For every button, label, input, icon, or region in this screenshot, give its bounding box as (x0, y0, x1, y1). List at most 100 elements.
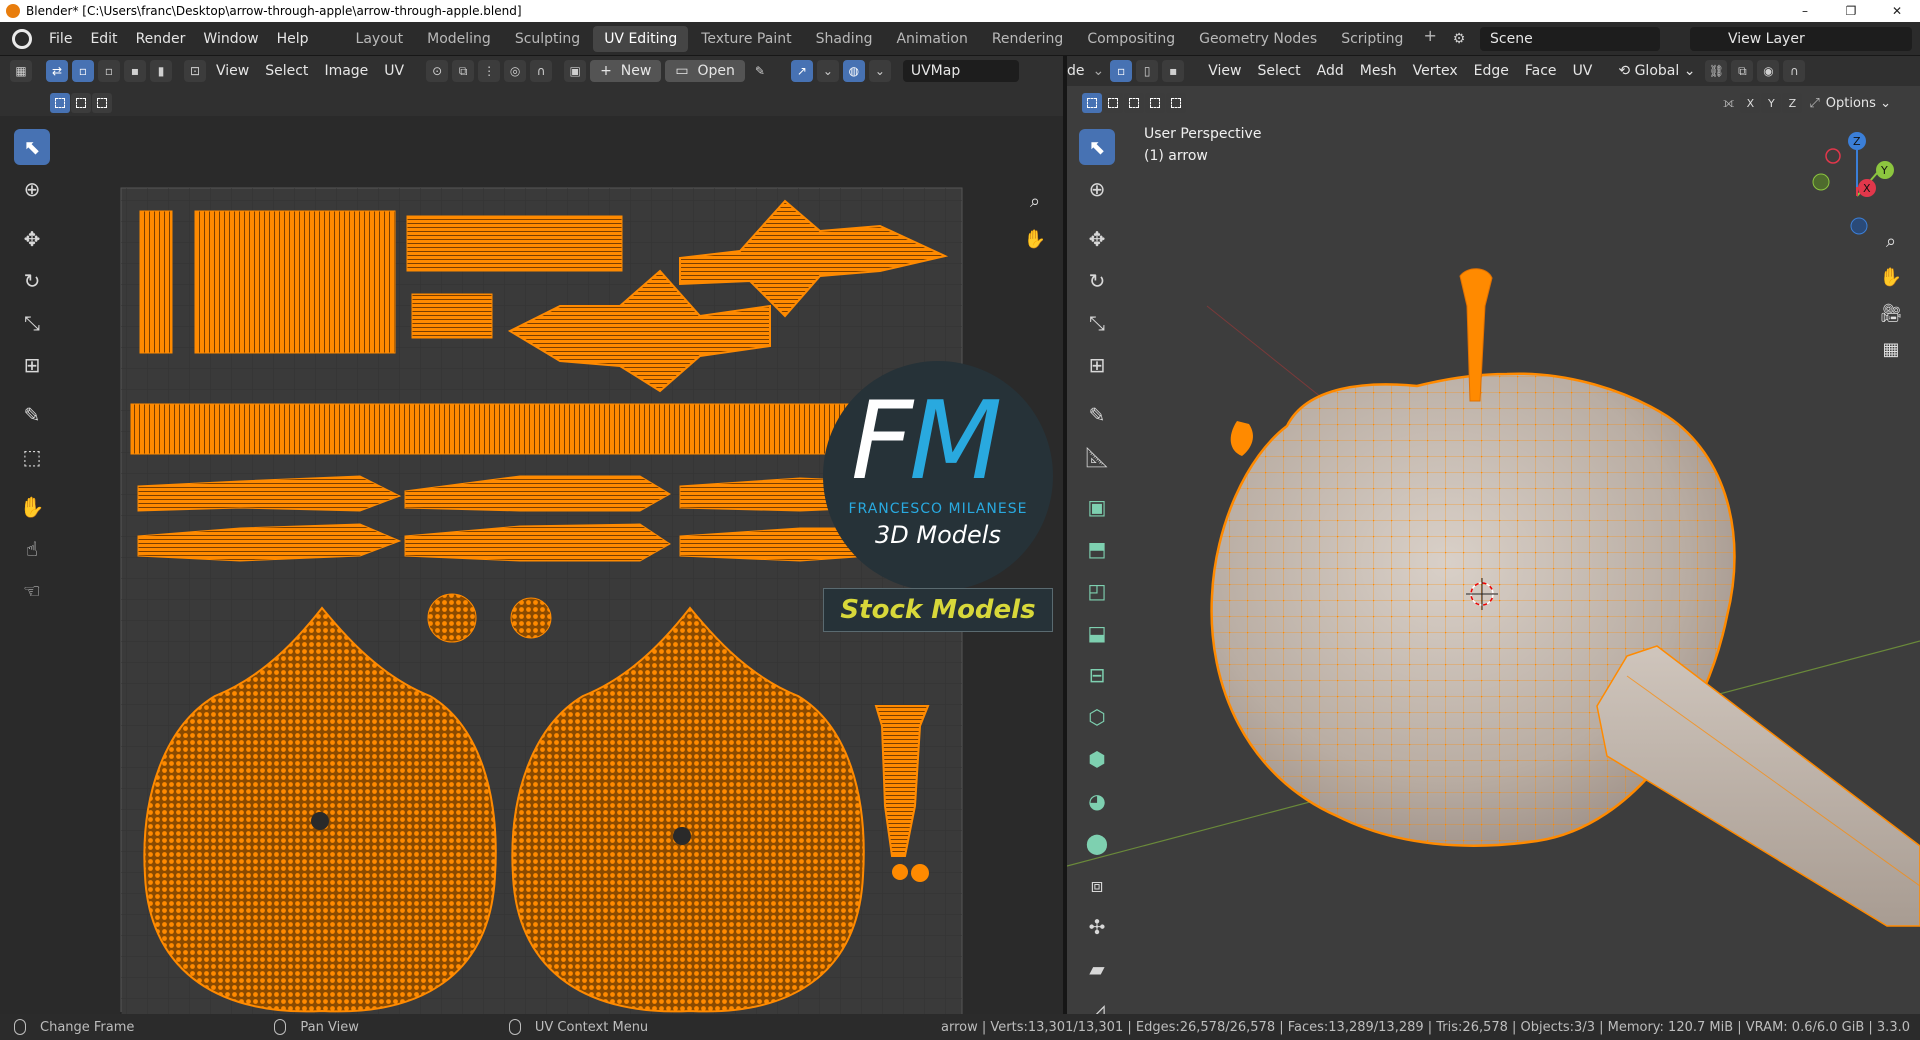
face-select-icon[interactable]: ▪ (124, 60, 146, 82)
uv-menu-image[interactable]: Image (316, 63, 376, 79)
scene-selector[interactable]: Scene (1480, 27, 1660, 51)
vp-menu-face[interactable]: Face (1517, 63, 1565, 79)
maximize-button[interactable]: ❐ (1828, 0, 1874, 22)
extrude-tool-icon[interactable]: ⬒ (1079, 531, 1115, 567)
scene-icon[interactable]: ⚙ (1450, 30, 1468, 48)
auto-merge-icon[interactable]: ⤢ (1803, 96, 1825, 111)
ortho-toggle-icon[interactable]: ▦ (1876, 334, 1906, 364)
vp-select-extend-icon[interactable] (1103, 93, 1123, 113)
add-cube-tool-icon[interactable]: ▣ (1079, 489, 1115, 525)
tab-uv-editing[interactable]: UV Editing (593, 25, 689, 52)
vp-menu-uv[interactable]: UV (1565, 63, 1601, 79)
transform-tool-icon[interactable]: ⊞ (14, 347, 50, 383)
3d-viewport[interactable]: Z Y X de ⌄ ▫ ▯ ▪ View Select Add Mesh Ve… (1067, 56, 1920, 1014)
gizmo-neg-y-icon[interactable] (1812, 173, 1830, 191)
spin-tool-icon[interactable]: ◕ (1079, 783, 1115, 819)
gizmo-neg-x-icon[interactable] (1825, 148, 1841, 164)
image-browse-icon[interactable]: ▣ (564, 60, 587, 82)
tab-layout[interactable]: Layout (345, 26, 415, 52)
pin-icon[interactable]: ✎ (749, 60, 771, 82)
grab-tool-icon[interactable]: ✋ (14, 489, 50, 525)
gizmo-dropdown-icon[interactable]: ⌄ (816, 60, 839, 82)
mirror-icon[interactable]: ⟗ (1717, 96, 1740, 111)
move-tool-icon[interactable]: ✥ (14, 221, 50, 257)
scale-tool-icon[interactable]: ⤡ (14, 305, 50, 341)
tab-compositing[interactable]: Compositing (1076, 26, 1186, 52)
cursor-tool-icon[interactable]: ⊕ (14, 171, 50, 207)
vp-menu-select[interactable]: Select (1249, 63, 1308, 79)
vp-scale-tool-icon[interactable]: ⤡ (1079, 305, 1115, 341)
vertex-mode-icon[interactable]: ▫ (1110, 60, 1133, 82)
menu-render[interactable]: Render (127, 22, 195, 56)
pan-view-icon[interactable]: ✋ (1876, 262, 1906, 292)
blender-logo-icon[interactable] (12, 28, 32, 49)
sync-selection-icon[interactable]: ⇄ (46, 60, 68, 82)
uv-canvas[interactable]: ⌕ ✋ FM FRANCESCO MILANESE 3D Models Stoc… (0, 116, 1063, 1014)
loop-cut-tool-icon[interactable]: ⊟ (1079, 657, 1115, 693)
vp-annotate-tool-icon[interactable]: ✎ (1079, 397, 1115, 433)
tab-geometry-nodes[interactable]: Geometry Nodes (1188, 26, 1328, 52)
orientation-dropdown[interactable]: ⟲ Global ⌄ (1610, 63, 1703, 79)
overlay-toggle-icon[interactable]: ◍ (842, 60, 865, 82)
menu-file[interactable]: File (40, 22, 81, 56)
menu-help[interactable]: Help (268, 22, 318, 56)
edge-select-icon[interactable]: ▫ (98, 60, 120, 82)
knife-tool-icon[interactable]: ⬡ (1079, 699, 1115, 735)
uv-menu-select[interactable]: Select (257, 63, 316, 79)
mirror-y-toggle[interactable]: Y (1761, 93, 1782, 113)
vp-select-intersect-icon[interactable] (1166, 93, 1186, 113)
vp-select-tool-icon[interactable]: ⬉ (1079, 129, 1115, 165)
tab-texture-paint[interactable]: Texture Paint (690, 26, 802, 52)
vertex-select-icon[interactable]: ▫ (72, 60, 94, 82)
rotate-tool-icon[interactable]: ↻ (14, 263, 50, 299)
menu-edit[interactable]: Edit (81, 22, 126, 56)
mode-selector[interactable]: de (1067, 63, 1089, 79)
shrink-fatten-tool-icon[interactable]: ✣ (1079, 909, 1115, 945)
vp-menu-add[interactable]: Add (1309, 63, 1352, 79)
zoom-icon[interactable]: ⌕ (1020, 186, 1050, 216)
rip-region-tool-icon[interactable]: ◿ (1079, 993, 1115, 1014)
pivot-icon[interactable]: ⊙ (426, 60, 449, 82)
gizmo-toggle-icon[interactable]: ↗ (790, 60, 813, 82)
close-button[interactable]: ✕ (1874, 0, 1920, 22)
vp-menu-edge[interactable]: Edge (1466, 63, 1517, 79)
pivot-point-icon[interactable]: ⛓ (1705, 60, 1728, 82)
vp-rotate-tool-icon[interactable]: ↻ (1079, 263, 1115, 299)
poly-build-tool-icon[interactable]: ⬢ (1079, 741, 1115, 777)
inset-tool-icon[interactable]: ◰ (1079, 573, 1115, 609)
select-subtract-icon[interactable] (92, 93, 112, 113)
vp-cursor-tool-icon[interactable]: ⊕ (1079, 171, 1115, 207)
zoom-view-icon[interactable]: ⌕ (1876, 226, 1906, 256)
shear-tool-icon[interactable]: ▰ (1079, 951, 1115, 987)
edge-slide-tool-icon[interactable]: ⧈ (1079, 867, 1115, 903)
sticky-select-icon[interactable]: ⊡ (184, 60, 206, 82)
vp-transform-tool-icon[interactable]: ⊞ (1079, 347, 1115, 383)
add-workspace-icon[interactable]: + (1415, 26, 1444, 52)
tab-rendering[interactable]: Rendering (981, 26, 1075, 52)
snap-icon[interactable]: ⧉ (452, 60, 475, 82)
smooth-tool-icon[interactable]: ⬤ (1079, 825, 1115, 861)
navigation-gizmo[interactable]: Z Y X (1812, 132, 1894, 235)
tab-animation[interactable]: Animation (885, 26, 978, 52)
proportional-edit-icon[interactable]: ◎ (504, 60, 527, 82)
open-image-button[interactable]: ▭ Open (665, 60, 745, 82)
vp-menu-mesh[interactable]: Mesh (1352, 63, 1405, 79)
viewport-scene-svg[interactable]: Z Y X (1067, 56, 1920, 1014)
rip-tool-icon[interactable]: ⬚ (14, 439, 50, 475)
view-layer-selector[interactable]: View Layer (1690, 27, 1912, 51)
select-box-icon[interactable] (50, 93, 70, 113)
face-mode-icon[interactable]: ▪ (1162, 60, 1185, 82)
minimize-button[interactable]: – (1782, 0, 1828, 22)
mirror-x-toggle[interactable]: X (1740, 93, 1761, 113)
snap-toggle-icon[interactable]: ⧉ (1731, 60, 1754, 82)
menu-window[interactable]: Window (194, 22, 267, 56)
proportional-icon[interactable]: ◉ (1757, 60, 1780, 82)
falloff-icon[interactable]: ∩ (530, 60, 553, 82)
vp-measure-tool-icon[interactable]: 📐︎ (1079, 439, 1115, 475)
snap-target-icon[interactable]: ⋮ (478, 60, 501, 82)
mode-dropdown-icon[interactable]: ⌄ (1089, 63, 1109, 79)
pan-hand-icon[interactable]: ✋ (1020, 224, 1050, 254)
tab-scripting[interactable]: Scripting (1330, 26, 1414, 52)
falloff-curve-icon[interactable]: ∩ (1783, 60, 1806, 82)
gizmo-neg-z-icon[interactable] (1850, 217, 1868, 235)
